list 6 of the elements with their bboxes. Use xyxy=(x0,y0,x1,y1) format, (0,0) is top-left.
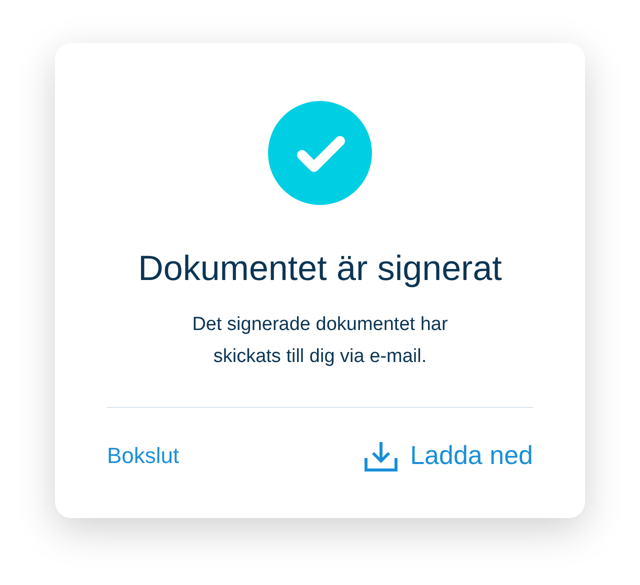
download-icon xyxy=(364,440,398,472)
dialog-title: Dokumentet är signerat xyxy=(138,249,502,289)
text-link[interactable]: Bokslut xyxy=(107,439,180,472)
download-link[interactable]: Ladda ned xyxy=(364,436,533,475)
dialog-message: Det signerade dokumentet har skickats till dig via e-mail. xyxy=(191,313,449,369)
checkmark-icon xyxy=(268,101,372,205)
